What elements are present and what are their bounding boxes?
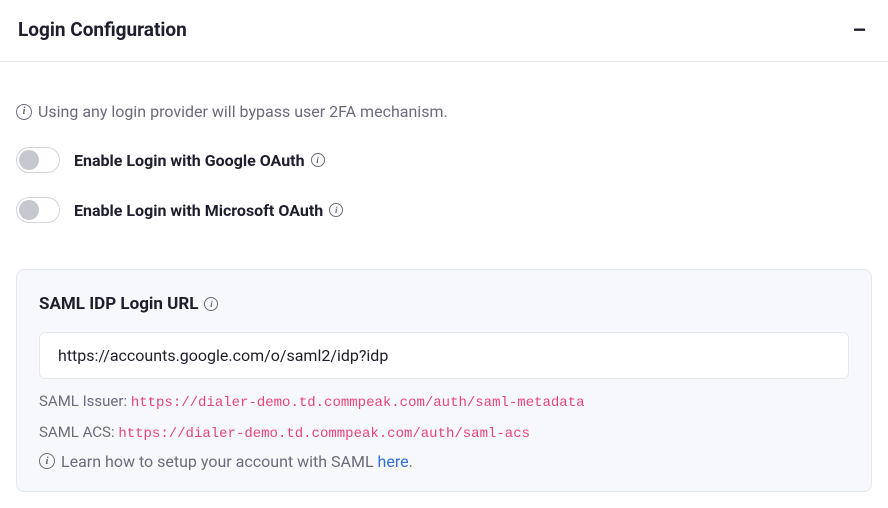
saml-acs-label: SAML ACS: (39, 423, 115, 441)
notice-text: Using any login provider will bypass use… (38, 102, 448, 121)
toggle-knob (19, 200, 39, 220)
section-header: Login Configuration − (0, 0, 888, 62)
info-icon: i (16, 104, 32, 120)
info-icon[interactable]: i (311, 153, 325, 167)
google-oauth-row: Enable Login with Google OAuth i (16, 147, 872, 173)
info-icon[interactable]: i (204, 297, 218, 311)
microsoft-oauth-label-text: Enable Login with Microsoft OAuth (74, 201, 323, 220)
toggle-knob (19, 150, 39, 170)
saml-learn-row: i Learn how to setup your account with S… (39, 452, 849, 471)
info-icon: i (39, 453, 55, 469)
google-oauth-toggle[interactable] (16, 147, 60, 173)
saml-title-text: SAML IDP Login URL (39, 294, 198, 314)
microsoft-oauth-toggle[interactable] (16, 197, 60, 223)
saml-acs-value: https://dialer-demo.td.commpeak.com/auth… (118, 426, 530, 442)
info-icon[interactable]: i (329, 203, 343, 217)
microsoft-oauth-row: Enable Login with Microsoft OAuth i (16, 197, 872, 223)
learn-text-pre: Learn how to setup your account with SAM… (61, 452, 378, 471)
saml-learn-text: Learn how to setup your account with SAM… (61, 452, 413, 471)
saml-config-panel: SAML IDP Login URL i SAML Issuer: https:… (16, 269, 872, 492)
section-content: i Using any login provider will bypass u… (0, 62, 888, 508)
saml-acs-row: SAML ACS: https://dialer-demo.td.commpea… (39, 420, 849, 445)
saml-issuer-label: SAML Issuer: (39, 392, 127, 410)
microsoft-oauth-label: Enable Login with Microsoft OAuth i (74, 201, 343, 220)
minus-icon: − (853, 17, 866, 42)
collapse-button[interactable]: − (849, 19, 870, 41)
saml-issuer-value: https://dialer-demo.td.commpeak.com/auth… (131, 395, 585, 411)
saml-panel-title: SAML IDP Login URL i (39, 294, 849, 314)
section-title: Login Configuration (18, 18, 187, 41)
saml-issuer-row: SAML Issuer: https://dialer-demo.td.comm… (39, 389, 849, 414)
saml-setup-link[interactable]: here (378, 452, 409, 471)
google-oauth-label-text: Enable Login with Google OAuth (74, 151, 305, 170)
saml-idp-url-input[interactable] (39, 332, 849, 379)
learn-text-post: . (409, 452, 413, 471)
google-oauth-label: Enable Login with Google OAuth i (74, 151, 325, 170)
bypass-2fa-notice: i Using any login provider will bypass u… (16, 102, 872, 121)
